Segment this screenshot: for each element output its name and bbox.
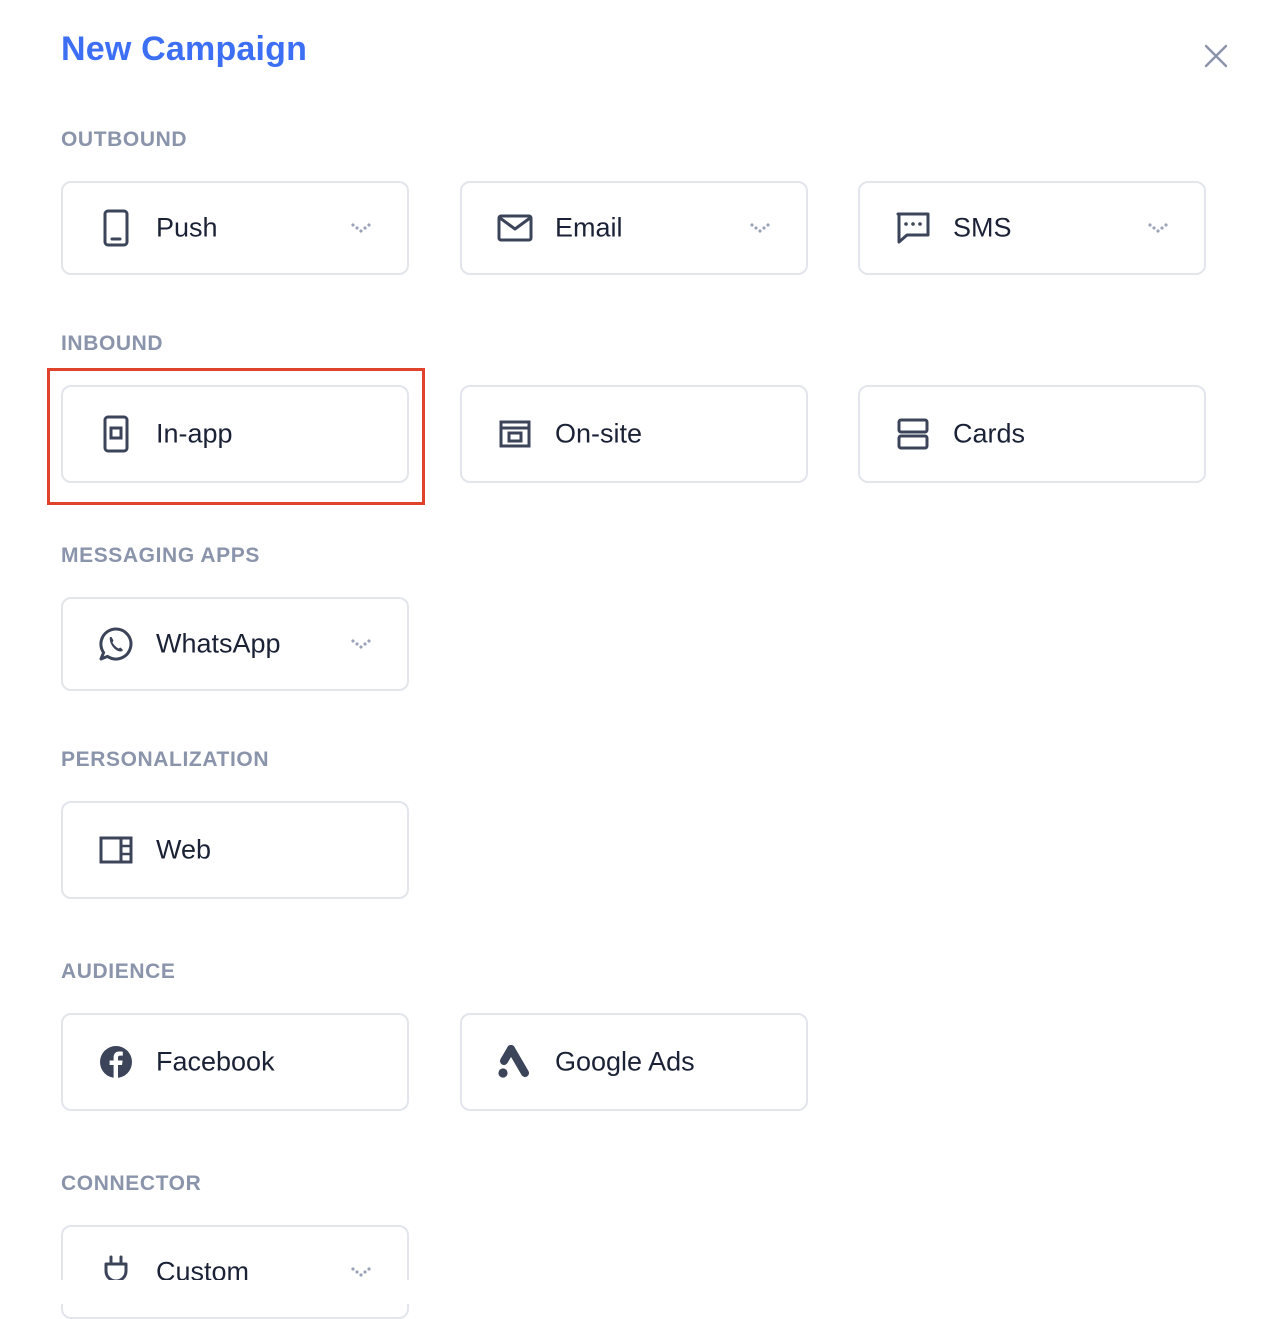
- chevron-down-icon[interactable]: [349, 636, 373, 652]
- channel-facebook-label: Facebook: [156, 1046, 275, 1077]
- section-heading-connector: CONNECTOR: [61, 1172, 202, 1195]
- section-heading-audience: AUDIENCE: [61, 960, 176, 983]
- channel-web-label: Web: [156, 834, 212, 865]
- channel-web-button[interactable]: Web: [61, 801, 409, 899]
- channel-facebook-button[interactable]: Facebook: [61, 1013, 409, 1111]
- channel-google-ads-label: Google Ads: [555, 1046, 695, 1077]
- channel-whatsapp-label: WhatsApp: [156, 628, 281, 659]
- mobile-phone-icon: [96, 208, 136, 248]
- channel-sms-label: SMS: [953, 212, 1012, 243]
- page-title: New Campaign: [61, 30, 308, 68]
- channel-push-button[interactable]: Push: [61, 181, 409, 275]
- close-icon: [1204, 44, 1228, 68]
- facebook-icon: [96, 1042, 136, 1082]
- chat-bubble-icon: [893, 208, 933, 248]
- chevron-down-icon[interactable]: [748, 220, 772, 236]
- channel-cards-button[interactable]: Cards: [858, 385, 1206, 483]
- section-heading-messaging-apps: MESSAGING APPS: [61, 544, 260, 567]
- section-heading-inbound: INBOUND: [61, 332, 164, 355]
- channel-cards-label: Cards: [953, 418, 1026, 449]
- in-app-message-icon: [96, 414, 136, 454]
- channel-google-ads-button[interactable]: Google Ads: [460, 1013, 808, 1111]
- channel-in-app-button[interactable]: In-app: [61, 385, 409, 483]
- scroll-clip: [0, 1280, 1264, 1304]
- whatsapp-icon: [96, 624, 136, 664]
- web-layout-icon: [96, 830, 136, 870]
- chevron-down-icon[interactable]: [349, 220, 373, 236]
- on-site-icon: [495, 414, 535, 454]
- chevron-down-icon[interactable]: [349, 1264, 373, 1280]
- section-heading-personalization: PERSONALIZATION: [61, 748, 270, 771]
- channel-custom-button[interactable]: Custom: [61, 1225, 409, 1319]
- google-ads-icon: [495, 1042, 535, 1082]
- channel-email-label: Email: [555, 212, 623, 243]
- channel-on-site-label: On-site: [555, 418, 643, 449]
- close-button[interactable]: [1198, 38, 1234, 74]
- channel-in-app-label: In-app: [156, 418, 233, 449]
- section-heading-outbound: OUTBOUND: [61, 128, 188, 151]
- chevron-down-icon[interactable]: [1146, 220, 1170, 236]
- cards-icon: [893, 414, 933, 454]
- channel-on-site-button[interactable]: On-site: [460, 385, 808, 483]
- channel-email-button[interactable]: Email: [460, 181, 808, 275]
- channel-sms-button[interactable]: SMS: [858, 181, 1206, 275]
- channel-push-label: Push: [156, 212, 218, 243]
- envelope-icon: [495, 208, 535, 248]
- channel-whatsapp-button[interactable]: WhatsApp: [61, 597, 409, 691]
